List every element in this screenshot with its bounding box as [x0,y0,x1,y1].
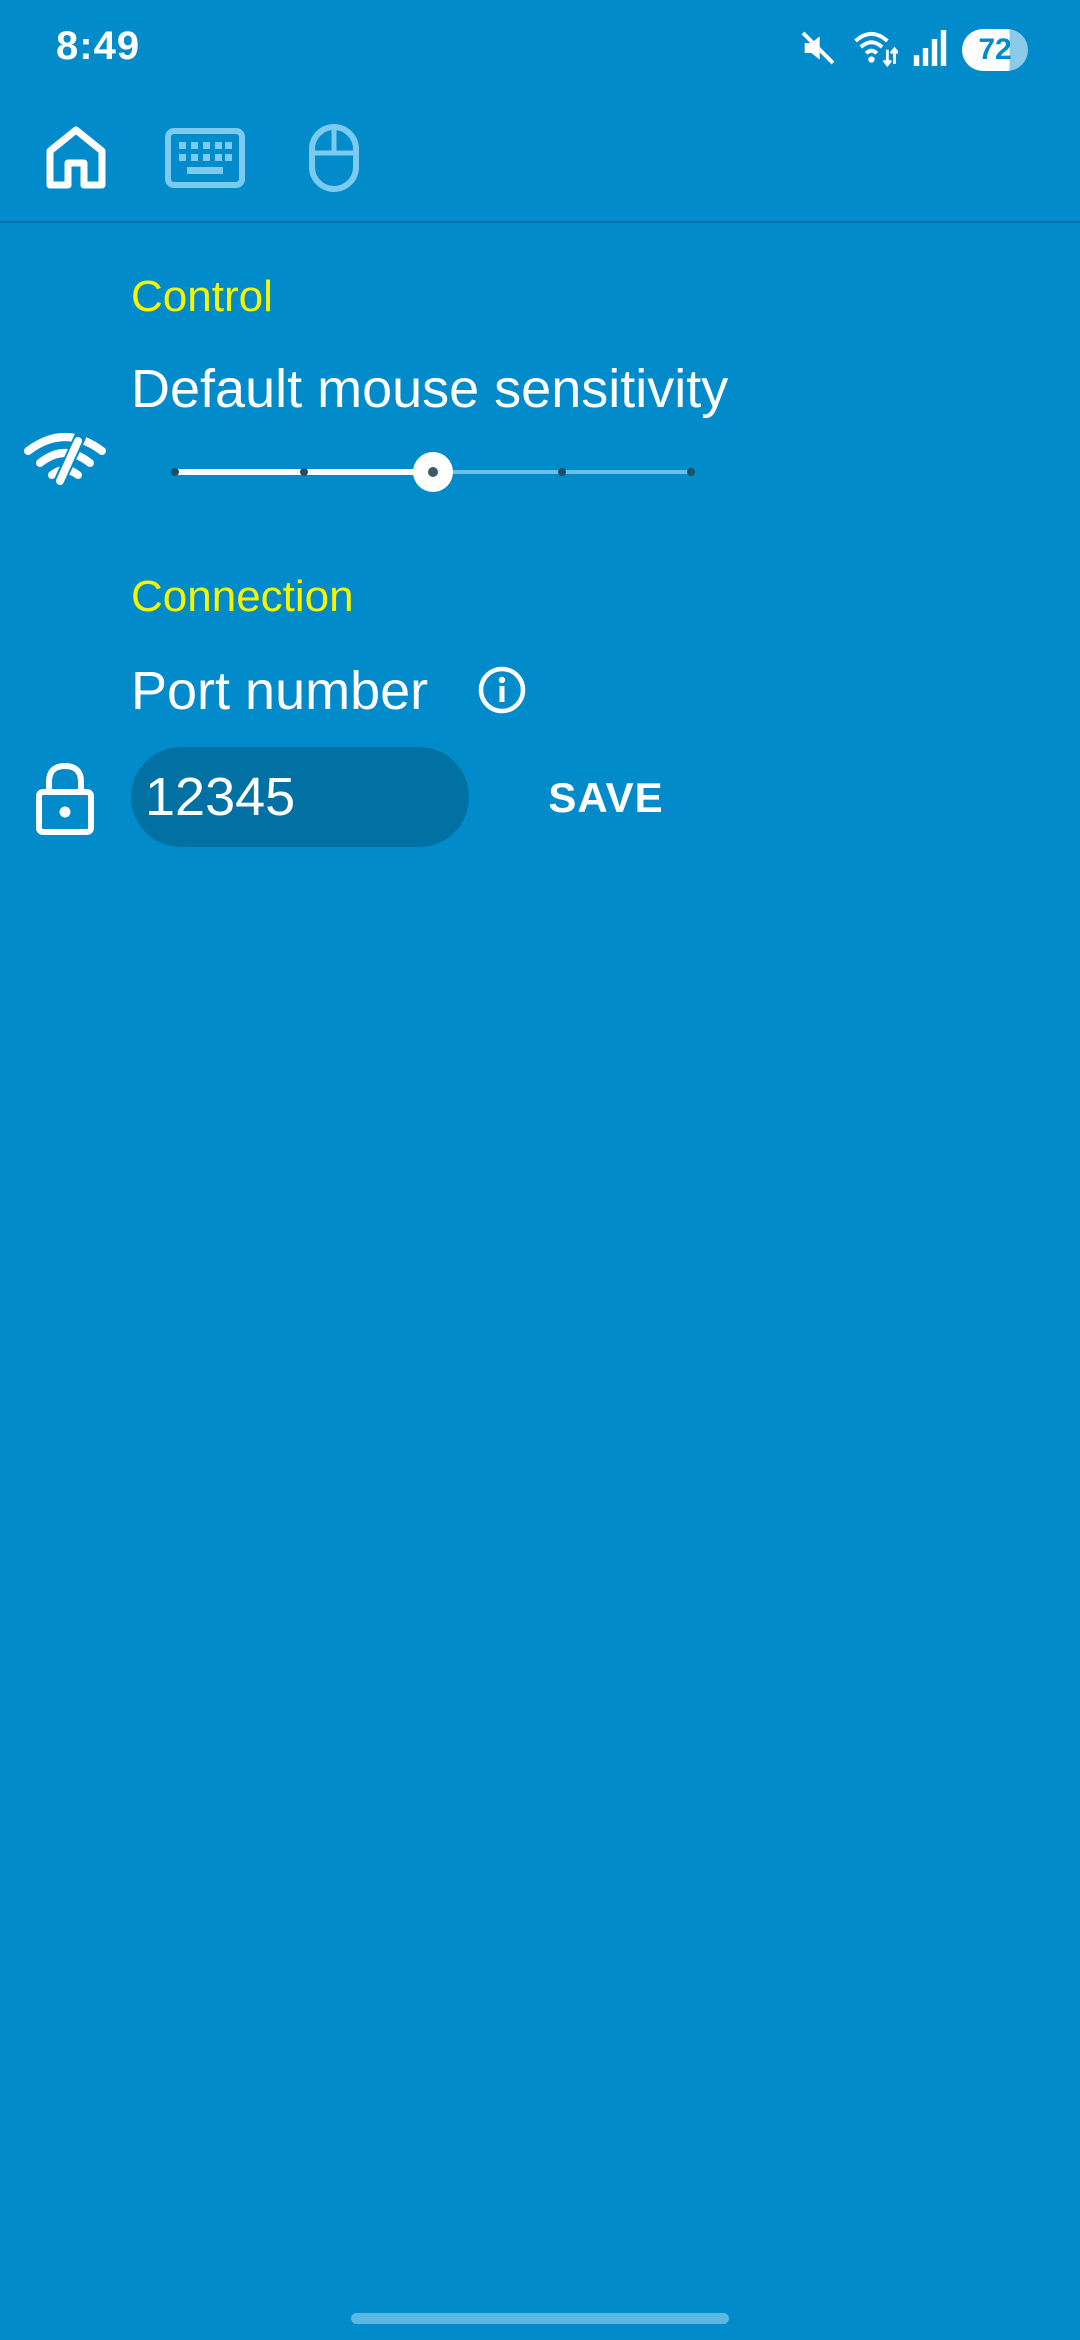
status-time: 8:49 [56,24,141,68]
connection-section-title: Connection [131,572,354,621]
port-number-label: Port number [131,661,429,721]
info-icon[interactable] [476,664,528,716]
slider-thumb-dot [428,467,438,477]
port-number-input[interactable] [131,747,469,847]
lock-icon [34,758,96,838]
tab-keyboard[interactable] [160,120,250,200]
status-icons: 72 [798,26,1028,74]
app-screen: 8:49 72 Control Default mouse sensitivit… [0,0,1080,2340]
mute-icon [798,28,838,73]
tab-bar [0,100,1080,223]
sensitivity-label: Default mouse sensitivity [131,359,729,419]
tab-home[interactable] [36,120,116,200]
sensitivity-slider[interactable] [171,452,695,492]
wifi-cast-icon [22,426,108,492]
slider-tick [300,468,308,476]
wifi-icon [852,28,900,73]
gesture-navigation-bar[interactable] [351,2313,729,2324]
save-button[interactable]: SAVE [526,760,686,836]
slider-tick [171,468,179,476]
battery-icon: 72 [962,29,1028,71]
home-icon [44,125,108,196]
signal-icon [912,28,948,73]
keyboard-icon [165,127,245,193]
slider-tick [687,468,695,476]
slider-tick [558,468,566,476]
control-section-title: Control [131,272,273,321]
tab-mouse[interactable] [296,120,372,200]
mouse-icon [308,123,360,198]
slider-thumb[interactable] [413,452,453,492]
status-bar: 8:49 72 [0,0,1080,100]
